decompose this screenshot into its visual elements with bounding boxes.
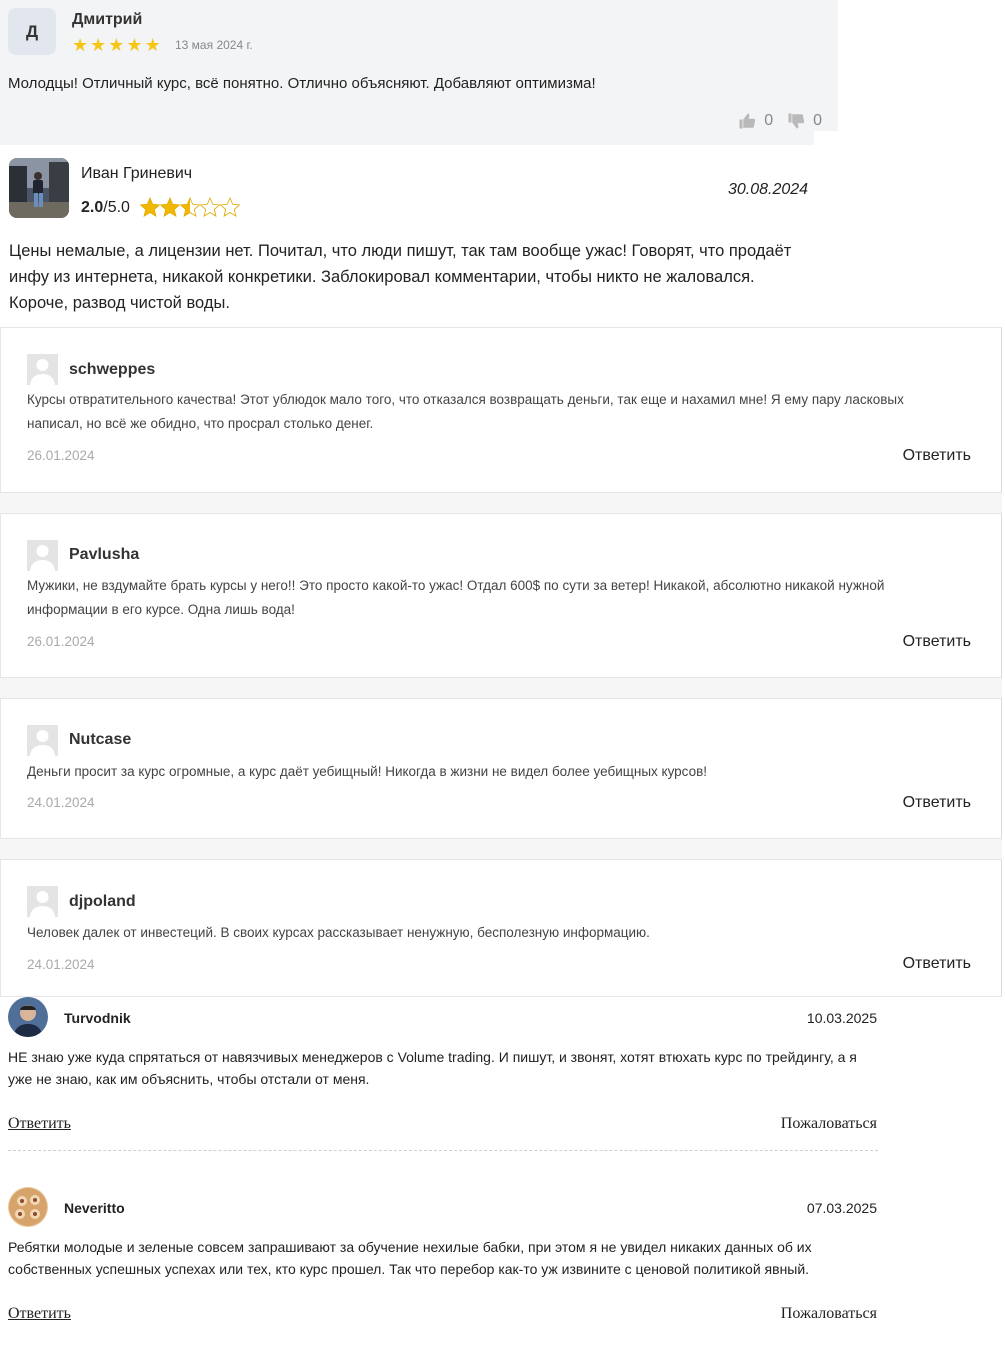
comment-text: Мужики, не вздумайте брать курсы у него!… (27, 578, 885, 617)
comment-date: 26.01.2024 (27, 448, 95, 463)
user-photo-image (8, 1187, 48, 1227)
review-card-dmitry: Д Дмитрий ★ ★ ★ ★ ★ 13 мая 2024 г. Молод… (0, 0, 838, 131)
avatar (8, 997, 48, 1037)
comment-author: schweppes (69, 361, 156, 378)
review-date: 13 мая 2024 г. (175, 38, 253, 52)
avatar (8, 1187, 48, 1227)
star-icon: ★ (90, 35, 107, 55)
review-date: 10.03.2025 (806, 1010, 877, 1026)
default-avatar-icon (27, 725, 58, 756)
review-date: 30.08.2024 (728, 181, 809, 198)
reply-button[interactable]: Ответить (903, 794, 971, 812)
default-avatar-icon (27, 540, 58, 571)
reviewer-name: Иван Гриневич (81, 165, 193, 182)
review-text: НЕ знаю уже куда спрятаться от навязчивы… (8, 1049, 857, 1087)
star-empty-icon (200, 197, 220, 217)
reply-button[interactable]: Ответить (903, 447, 971, 465)
avatar (9, 158, 69, 218)
report-link[interactable]: Пожаловаться (781, 1115, 877, 1133)
default-avatar-icon (27, 354, 58, 385)
reply-link[interactable]: Ответить (8, 1305, 71, 1323)
comment-author: Pavlusha (69, 546, 140, 563)
rating-max: /5.0 (103, 199, 130, 216)
review-author: Turvodnik (64, 1010, 131, 1026)
review-background-tail (0, 131, 814, 145)
divider (8, 1150, 878, 1151)
star-icon: ★ (144, 35, 161, 55)
report-link[interactable]: Пожаловаться (781, 1305, 877, 1323)
star-rating: ★ ★ ★ ★ ★ (72, 35, 161, 55)
review-author: Neveritto (64, 1200, 125, 1216)
comment-text: Курсы отвратительного качества! Этот убл… (27, 392, 904, 431)
default-avatar-icon (27, 886, 58, 917)
comment-date: 26.01.2024 (27, 634, 95, 649)
user-photo-image (8, 997, 48, 1037)
review-text: Ребятки молодые и зеленые совсем запраши… (8, 1239, 812, 1277)
card-spacer (0, 839, 1002, 859)
reply-button[interactable]: Ответить (903, 955, 971, 973)
star-rating (140, 197, 240, 217)
dislike-button[interactable]: 0 (787, 112, 822, 130)
thumbs-down-icon (788, 113, 805, 129)
comment-card: Pavlusha Мужики, не вздумайте брать курс… (0, 513, 1002, 678)
star-empty-icon (220, 197, 240, 217)
comment-date: 24.01.2024 (27, 957, 95, 972)
card-spacer (0, 678, 1002, 698)
rating-score: 2.0/5.0 (81, 199, 130, 217)
review-text: Молодцы! Отличный курс, всё понятно. Отл… (8, 75, 596, 92)
card-spacer (0, 493, 1002, 513)
star-icon: ★ (126, 35, 143, 55)
comment-text: Деньги просит за курс огромные, а курс д… (27, 764, 708, 779)
star-icon: ★ (72, 35, 89, 55)
star-icon (160, 197, 180, 217)
like-count: 0 (764, 112, 774, 129)
thumbs-up-icon (739, 113, 756, 129)
comment-author: Nutcase (69, 731, 132, 748)
comment-date: 24.01.2024 (27, 795, 95, 810)
review-date: 07.03.2025 (806, 1200, 877, 1216)
avatar: Д (8, 8, 56, 55)
star-icon (140, 197, 160, 217)
reply-link[interactable]: Ответить (8, 1115, 71, 1133)
reply-button[interactable]: Ответить (903, 633, 971, 651)
dislike-count: 0 (813, 112, 822, 129)
comment-card: djpoland Человек далек от инвестеций. В … (0, 859, 1002, 997)
star-icon: ★ (108, 35, 125, 55)
star-half-icon (180, 197, 200, 217)
user-photo-image (9, 158, 69, 218)
vote-controls: 0 0 (738, 112, 822, 130)
comment-card: schweppes Курсы отвратительного качества… (0, 327, 1002, 493)
comment-card: Nutcase Деньги просит за курс огромные, … (0, 698, 1002, 839)
comment-text: Человек далек от инвестеций. В своих кур… (27, 925, 650, 940)
like-button[interactable]: 0 (738, 112, 773, 130)
rating-value: 2.0 (81, 199, 104, 216)
comment-author: djpoland (69, 893, 136, 910)
review-text: Цены немалые, а лицензии нет. Почитал, ч… (9, 242, 792, 312)
reviewer-name: Дмитрий (72, 11, 143, 28)
